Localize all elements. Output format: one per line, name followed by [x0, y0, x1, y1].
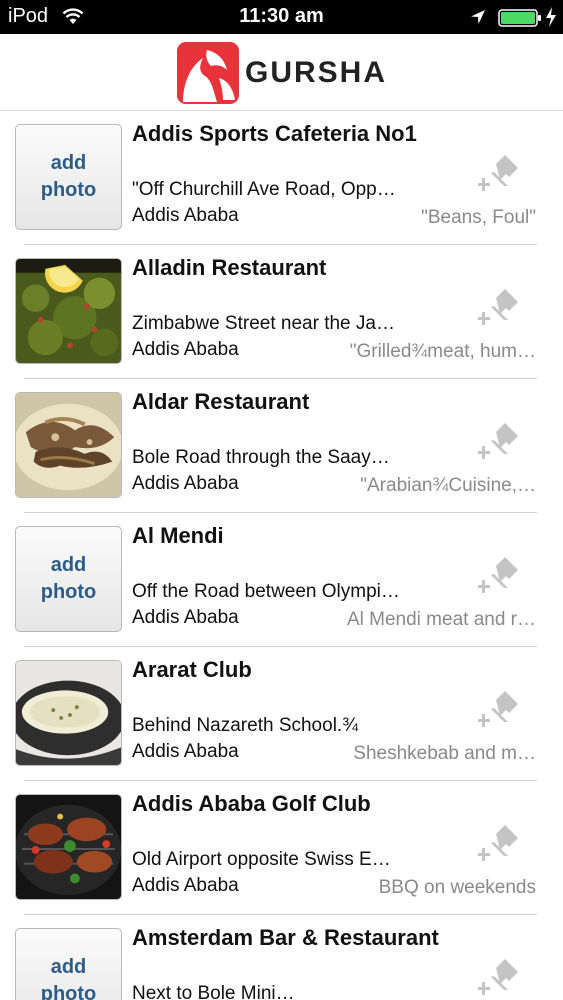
restaurant-city: Addis Ababa	[132, 339, 239, 360]
restaurant-address: Off the Road between Olympi…	[132, 581, 400, 602]
add-photo-button[interactable]: add photo	[15, 124, 122, 230]
restaurant-list[interactable]: add photo Addis Sports Cafeteria No1 "Of…	[0, 111, 563, 1000]
restaurant-specialty: "Beans, Foul"	[421, 207, 536, 228]
charging-icon	[546, 7, 556, 27]
gursha-logo-icon	[177, 42, 239, 104]
shawarma-photo[interactable]	[15, 392, 122, 498]
add-photo-label: photo	[40, 179, 97, 201]
list-item[interactable]: Addis Ababa Golf Club Old Airport opposi…	[0, 781, 563, 915]
restaurant-specialty: "Arabian¾Cuisine,…	[360, 475, 536, 496]
list-item[interactable]: Aldar Restaurant Bole Road through the S…	[0, 379, 563, 513]
status-bar: iPod 11:30 am	[0, 0, 563, 34]
add-pin-icon[interactable]	[478, 289, 520, 331]
restaurant-address: Zimbabwe Street near the Ja…	[132, 313, 395, 334]
list-item[interactable]: add photo Amsterdam Bar & Restaurant Nex…	[0, 915, 563, 1000]
add-photo-label: add	[50, 152, 87, 174]
restaurant-specialty: Sheshkebab and m…	[353, 743, 536, 764]
restaurant-name: Amsterdam Bar & Restaurant	[132, 925, 439, 950]
add-photo-label: add	[50, 554, 87, 576]
add-photo-label: photo	[40, 983, 97, 1000]
soup-photo[interactable]	[15, 660, 122, 766]
restaurant-address: "Off Churchill Ave Road, Opp…	[132, 179, 396, 200]
add-photo-label: add	[50, 956, 87, 978]
add-pin-icon[interactable]	[478, 155, 520, 197]
restaurant-address: Old Airport opposite Swiss E…	[132, 849, 391, 870]
app-logo-text: GURSHA	[245, 56, 388, 89]
app-header: GURSHA	[0, 34, 563, 111]
restaurant-specialty: "Grilled¾meat, hum…	[349, 341, 536, 362]
list-item[interactable]: add photo Addis Sports Cafeteria No1 "Of…	[0, 111, 563, 245]
restaurant-address: Next to Bole Mini…	[132, 983, 295, 1000]
restaurant-city: Addis Ababa	[132, 473, 239, 494]
list-item[interactable]: Ararat Club Behind Nazareth School.¾ Add…	[0, 647, 563, 781]
add-pin-icon[interactable]	[478, 423, 520, 465]
add-pin-icon[interactable]	[478, 557, 520, 599]
restaurant-name: Al Mendi	[132, 523, 224, 548]
restaurant-specialty: Al Mendi meat and r…	[346, 609, 536, 630]
restaurant-city: Addis Ababa	[132, 205, 239, 226]
restaurant-address: Behind Nazareth School.¾	[132, 715, 359, 736]
location-icon	[471, 10, 485, 24]
restaurant-city: Addis Ababa	[132, 875, 239, 896]
restaurant-address: Bole Road through the Saay…	[132, 447, 390, 468]
tabbouleh-photo[interactable]	[15, 258, 122, 364]
restaurant-name: Ararat Club	[132, 657, 252, 682]
add-pin-icon[interactable]	[478, 691, 520, 733]
add-photo-label: photo	[40, 581, 97, 603]
add-photo-button[interactable]: add photo	[15, 928, 122, 1000]
bbq-photo[interactable]	[15, 794, 122, 900]
restaurant-city: Addis Ababa	[132, 741, 239, 762]
restaurant-name: Addis Sports Cafeteria No1	[132, 121, 417, 146]
restaurant-city: Addis Ababa	[132, 607, 239, 628]
add-photo-button[interactable]: add photo	[15, 526, 122, 632]
add-pin-icon[interactable]	[478, 959, 520, 1000]
list-item[interactable]: add photo Al Mendi Off the Road between …	[0, 513, 563, 647]
restaurant-specialty: BBQ on weekends	[378, 877, 536, 898]
add-pin-icon[interactable]	[478, 825, 520, 867]
list-item[interactable]: Alladin Restaurant Zimbabwe Street near …	[0, 245, 563, 379]
restaurant-name: Aldar Restaurant	[132, 389, 310, 414]
restaurant-name: Addis Ababa Golf Club	[132, 791, 371, 816]
restaurant-name: Alladin Restaurant	[132, 255, 327, 280]
battery-icon	[498, 9, 541, 27]
